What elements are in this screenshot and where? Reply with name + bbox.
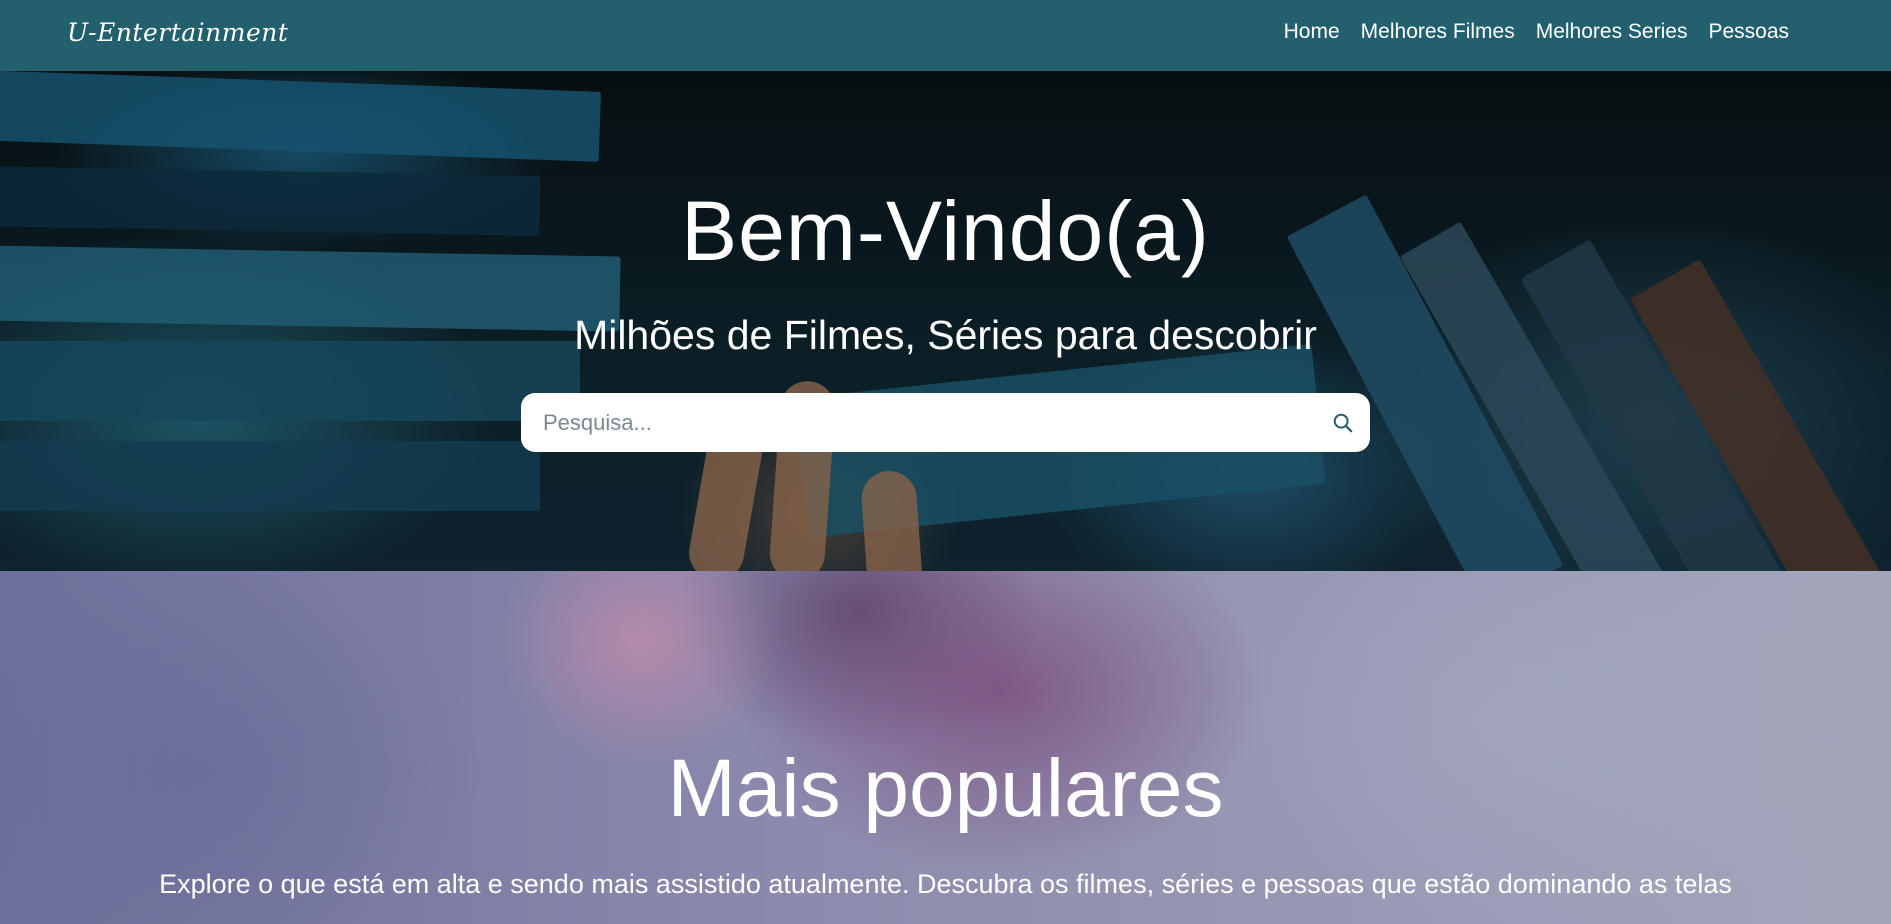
search-bar — [521, 393, 1370, 452]
nav-link-home[interactable]: Home — [1284, 20, 1340, 43]
navbar: U-Entertainment Home Melhores Filmes Mel… — [0, 0, 1891, 71]
brand-logo[interactable]: U-Entertainment — [67, 18, 288, 47]
nav-item-melhores-series: Melhores Series — [1536, 20, 1688, 44]
popular-description: Explore o que está em alta e sendo mais … — [159, 869, 1732, 899]
hero-subtitle: Milhões de Filmes, Séries para descobrir — [574, 312, 1317, 358]
nav-links: Home Melhores Filmes Melhores Series Pes… — [1284, 20, 1789, 44]
search-input[interactable] — [543, 409, 1330, 436]
hero-title: Bem-Vindo(a) — [681, 184, 1210, 278]
hero-content: Bem-Vindo(a) Milhões de Filmes, Séries p… — [0, 71, 1891, 571]
nav-link-melhores-series[interactable]: Melhores Series — [1536, 20, 1688, 43]
search-icon[interactable] — [1330, 410, 1356, 436]
hero-section: Bem-Vindo(a) Milhões de Filmes, Séries p… — [0, 71, 1891, 571]
nav-item-home: Home — [1284, 20, 1340, 44]
popular-content: Mais populares Explore o que está em alt… — [0, 571, 1891, 924]
popular-section: Mais populares Explore o que está em alt… — [0, 571, 1891, 924]
nav-link-pessoas[interactable]: Pessoas — [1708, 20, 1789, 43]
nav-link-melhores-filmes[interactable]: Melhores Filmes — [1361, 20, 1515, 43]
nav-item-pessoas: Pessoas — [1708, 20, 1789, 44]
popular-title: Mais populares — [667, 743, 1224, 834]
nav-item-melhores-filmes: Melhores Filmes — [1361, 20, 1515, 44]
